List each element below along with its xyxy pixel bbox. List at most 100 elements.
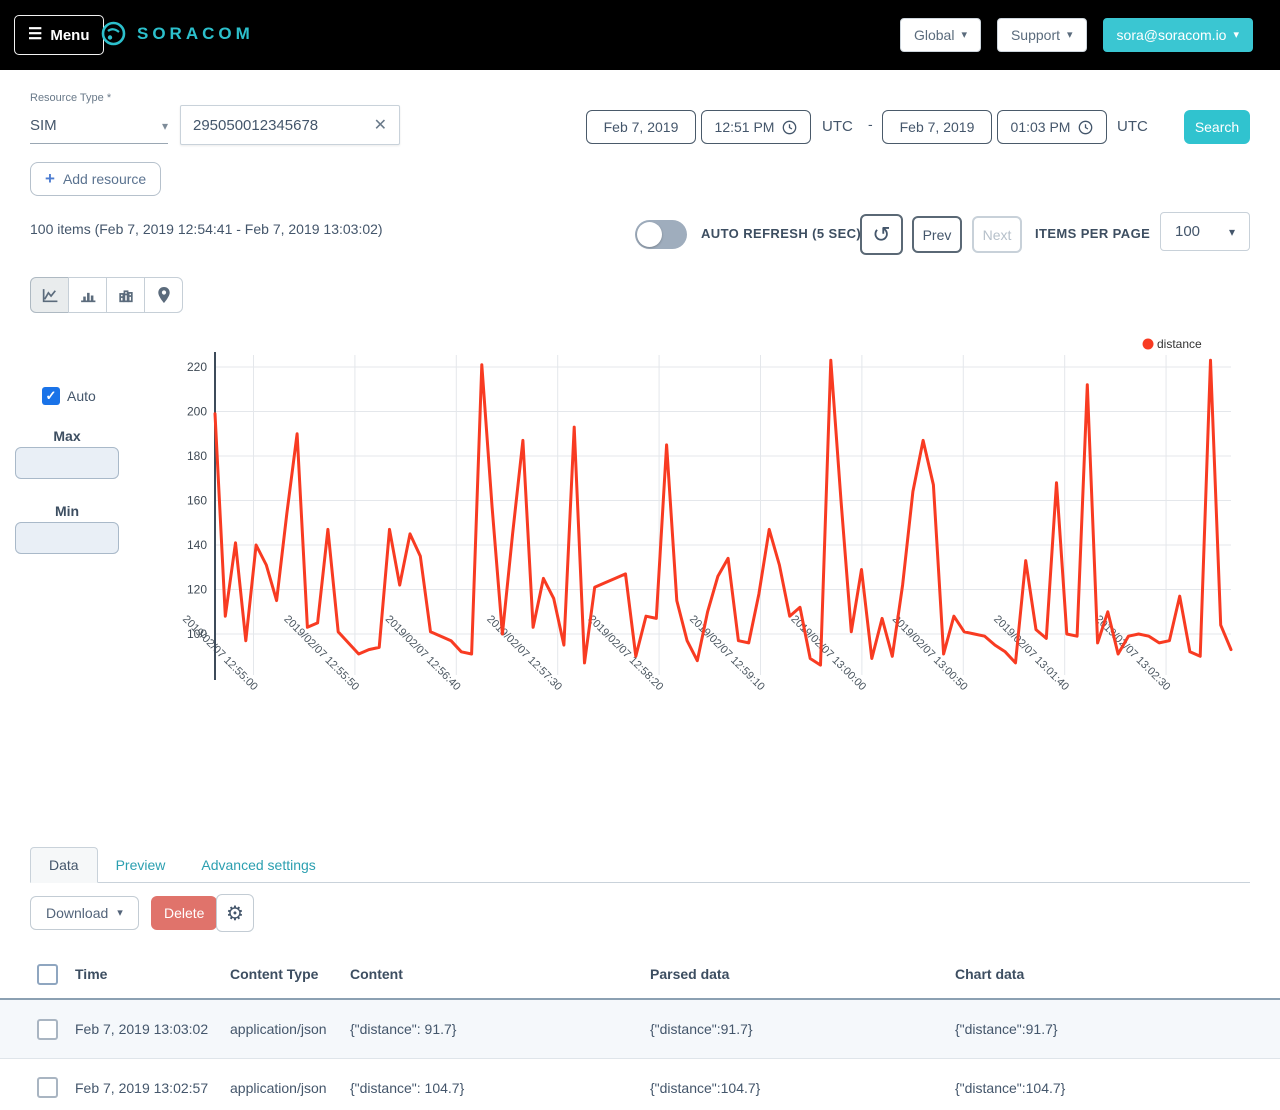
data-tabs: Data Preview Advanced settings (30, 846, 1250, 883)
clock-icon (1079, 120, 1093, 134)
toggle-knob (637, 222, 662, 247)
harvest-data-page: ☰ Menu SORACOM Global ▾ Support ▾ sora@s… (0, 0, 1280, 1110)
support-dropdown[interactable]: Support ▾ (996, 18, 1087, 52)
column-header-parsed-data: Parsed data (650, 966, 730, 982)
end-date-value: Feb 7, 2019 (899, 119, 975, 135)
resource-id-value: 295050012345678 (193, 116, 319, 134)
map-pin-icon (157, 287, 170, 303)
row-checkbox[interactable] (37, 1077, 58, 1098)
y-tick-label: 120 (187, 583, 207, 597)
table-row[interactable]: Feb 7, 2019 13:02:57 application/json {"di… (0, 1058, 1280, 1110)
y-tick-label: 200 (187, 405, 207, 419)
cell-parsed: {"distance":104.7} (650, 1079, 761, 1096)
resource-type-select[interactable]: SIM ▾ (30, 108, 168, 144)
y-tick-label: 140 (187, 538, 207, 552)
end-timezone-label: UTC (1117, 118, 1148, 135)
start-time-input[interactable]: 12:51 PM (701, 110, 811, 144)
start-date-value: Feb 7, 2019 (603, 119, 679, 135)
table-row[interactable]: Feb 7, 2019 13:03:02 application/json {"di… (0, 1000, 1280, 1058)
x-tick-label: 2019/02/07 12:56:40 (383, 613, 463, 693)
x-tick-label: 2019/02/07 13:00:50 (890, 613, 970, 693)
plus-icon: + (45, 169, 55, 188)
cell-time: Feb 7, 2019 13:03:02 (75, 1021, 209, 1037)
prev-page-button[interactable]: Prev (912, 216, 962, 253)
menu-button[interactable]: ☰ Menu (14, 15, 104, 55)
data-table: Time Content Type Content Parsed data Ch… (0, 950, 1280, 1110)
account-label: sora@soracom.io (1116, 27, 1227, 43)
cell-time: Feb 7, 2019 13:02:57 (75, 1079, 209, 1096)
cell-content: {"distance": 91.7} (350, 1021, 457, 1037)
hamburger-icon: ☰ (28, 26, 43, 43)
range-separator: - (868, 116, 873, 132)
resource-type-label: Resource Type * (30, 92, 112, 104)
chart-type-bar-button[interactable] (68, 277, 107, 313)
chevron-down-icon: ▾ (161, 118, 168, 133)
cell-chart: {"distance":104.7} (955, 1079, 1066, 1096)
navbar-right: Global ▾ Support ▾ sora@soracom.io ▾ (899, 18, 1253, 52)
chart-type-line-button[interactable] (30, 277, 69, 313)
x-tick-label: 2019/02/07 12:55:50 (281, 613, 361, 693)
chevron-down-icon: ▾ (1067, 28, 1073, 41)
table-header-row: Time Content Type Content Parsed data Ch… (0, 950, 1280, 998)
select-all-checkbox[interactable] (37, 963, 58, 985)
refresh-icon: ↺ (872, 221, 891, 247)
cell-chart: {"distance":91.7} (955, 1021, 1058, 1037)
start-timezone-label: UTC (822, 118, 853, 135)
tab-advanced-settings[interactable]: Advanced settings (183, 848, 333, 882)
resource-id-input[interactable]: 295050012345678 ✕ (180, 105, 400, 145)
chart-type-map-button[interactable] (144, 277, 183, 313)
items-per-page-label: ITEMS PER PAGE (1035, 226, 1151, 241)
x-tick-label: 2019/02/07 12:57:30 (484, 613, 564, 693)
max-input[interactable] (15, 447, 119, 479)
resource-type-value: SIM (30, 117, 57, 134)
chart-area: 100 120 140 160 180 200 220 2019/02/07 12:55:00… (170, 332, 1250, 787)
max-label: Max (53, 428, 81, 444)
tab-preview[interactable]: Preview (98, 848, 184, 882)
top-navbar: ☰ Menu SORACOM Global ▾ Support ▾ sora@s… (0, 0, 1280, 70)
soracom-logo: SORACOM (100, 20, 254, 47)
clear-icon[interactable]: ✕ (374, 115, 387, 135)
end-time-input[interactable]: 01:03 PM (997, 110, 1107, 144)
download-button[interactable]: Download ▾ (30, 896, 139, 930)
y-tick-label: 160 (187, 494, 207, 508)
items-per-page-select[interactable]: 100 ▾ (1160, 212, 1250, 251)
start-date-input[interactable]: Feb 7, 2019 (586, 110, 696, 144)
line-chart-icon (42, 288, 57, 302)
next-page-button[interactable]: Next (972, 216, 1022, 253)
column-header-time: Time (75, 966, 108, 982)
settings-button[interactable]: ⚙ (216, 894, 254, 932)
chart-type-stacked-bar-button[interactable] (106, 277, 145, 313)
end-date-input[interactable]: Feb 7, 2019 (882, 110, 992, 144)
x-tick-label: 2019/02/07 13:01:40 (991, 613, 1071, 693)
gear-icon: ⚙ (226, 902, 244, 925)
auto-scale-checkbox[interactable]: ✓ (42, 387, 60, 405)
refresh-button[interactable]: ↺ (860, 214, 903, 255)
auto-refresh-toggle[interactable] (635, 220, 687, 249)
tab-data[interactable]: Data (30, 847, 98, 883)
cell-content-type: application/json (230, 1079, 327, 1096)
min-input[interactable] (15, 522, 119, 554)
menu-button-label: Menu (50, 26, 90, 44)
row-checkbox[interactable] (37, 1018, 58, 1040)
start-time-value: 12:51 PM (714, 119, 775, 135)
column-header-content: Content (350, 966, 403, 982)
download-label: Download (46, 905, 109, 921)
chevron-down-icon: ▾ (1228, 224, 1235, 239)
chevron-down-icon: ▾ (117, 906, 123, 919)
cell-parsed: {"distance":91.7} (650, 1021, 753, 1037)
cell-content-type: application/json (230, 1021, 327, 1037)
global-dropdown[interactable]: Global ▾ (899, 18, 981, 52)
cell-content: {"distance": 104.7} (350, 1079, 465, 1096)
end-time-value: 01:03 PM (1010, 119, 1071, 135)
clock-icon (783, 120, 797, 134)
brand-name: SORACOM (137, 23, 254, 43)
delete-button[interactable]: Delete (151, 896, 218, 930)
add-resource-button[interactable]: + Add resource (30, 162, 162, 196)
auto-scale-label: Auto (67, 388, 96, 404)
search-button[interactable]: Search (1184, 110, 1250, 144)
account-dropdown[interactable]: sora@soracom.io ▾ (1102, 18, 1253, 52)
auto-refresh-label: AUTO REFRESH (5 SEC) (701, 226, 862, 241)
series-line-distance (213, 358, 1233, 667)
chevron-down-icon: ▾ (1233, 28, 1239, 41)
chart-type-group (30, 277, 183, 313)
